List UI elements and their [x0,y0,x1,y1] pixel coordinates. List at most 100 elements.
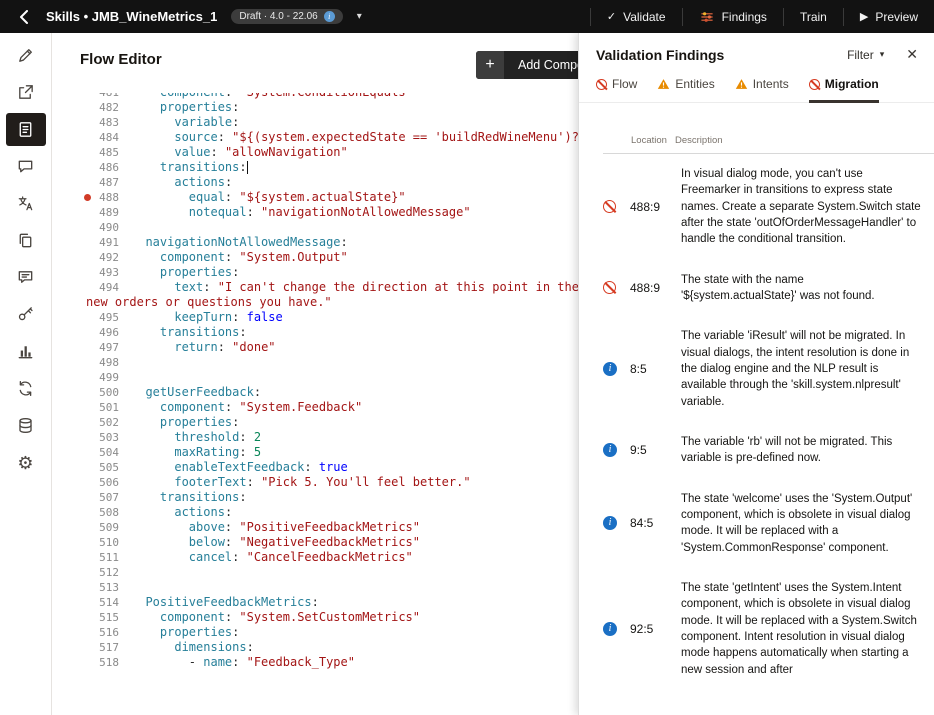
code-text: above: "PositiveFeedbackMetrics" [131,520,420,535]
line-number: 502 [52,415,131,430]
version-badge-label: Draft · 4.0 - 22.06 [239,11,317,22]
sidebar-item-pages[interactable] [6,224,46,257]
line-number: 501 [52,400,131,415]
back-button[interactable] [0,0,46,33]
line-number: 495 [52,310,131,325]
code-text: variable: [131,115,239,130]
finding-description: The variable 'rb' will not be migrated. … [681,434,926,467]
finding-severity [603,281,621,294]
close-button[interactable]: ✕ [902,44,922,65]
finding-row[interactable]: i84:5The state 'welcome' uses the 'Syste… [579,479,934,568]
filter-button[interactable]: Filter ▾ [847,48,884,62]
tab-migration[interactable]: Migration [809,77,879,103]
sidebar-item-keys[interactable] [6,298,46,331]
line-number: 483 [52,115,131,130]
finding-row[interactable]: i92:5The state 'getIntent' uses the Syst… [579,568,934,690]
code-text: enableTextFeedback: true [131,460,348,475]
line-number: 486 [52,160,131,175]
line-number: 485 [52,145,131,160]
line-number: 512 [52,565,131,580]
finding-row[interactable]: 488:9 The state with the name '${system.a… [579,260,934,317]
code-text: threshold: 2 [131,430,261,445]
line-number: 518 [52,655,131,670]
finding-severity [603,200,621,213]
tab-intents[interactable]: Intents [735,77,789,103]
line-number: 504 [52,445,131,460]
finding-row[interactable]: i9:5The variable 'rb' will not be migrat… [579,422,934,479]
sidebar-item-conversation[interactable] [6,150,46,183]
copy-pages-icon [16,231,35,250]
line-number: 513 [52,580,131,595]
tab-intents-label: Intents [753,77,789,91]
findings-list[interactable]: 488:9In visual dialog mode, you can't us… [579,154,934,715]
sidebar-item-insights[interactable] [6,335,46,368]
tab-entities[interactable]: Entities [657,77,714,103]
finding-location: 92:5 [630,622,672,636]
line-number: 491 [52,235,131,250]
finding-row[interactable]: i8:5The variable 'iResult' will not be m… [579,316,934,422]
line-number: 505 [52,460,131,475]
info-icon: i [603,362,617,376]
code-text: properties: [131,625,239,640]
panel-header: Validation Findings Filter ▾ ✕ [579,33,934,71]
warning-icon [735,78,748,90]
finding-location: 488:9 [630,281,672,295]
line-number: 514 [52,595,131,610]
sidebar-item-test[interactable] [6,76,46,109]
findings-button[interactable]: Findings [683,0,783,33]
code-text: keepTurn: false [131,310,283,325]
preview-label: Preview [875,10,918,24]
sidebar-item-sync[interactable] [6,372,46,405]
version-badge[interactable]: Draft · 4.0 - 22.06 i [231,9,342,24]
code-text: text: "I can't change the direction at t… [131,280,593,295]
code-text: source: "${(system.expectedState == 'bui… [131,130,593,145]
pen-icon [16,46,35,65]
code-text: component: "System.Output" [131,250,348,265]
error-icon [809,79,820,90]
chevron-down-icon: ▾ [880,49,885,60]
tab-flow[interactable]: Flow [596,77,637,103]
finding-description: The variable 'iResult' will not be migra… [681,328,926,410]
code-text: component: "System.ConditionEquals" [131,93,413,100]
gear-icon: ⚙ [17,454,33,472]
line-number: 499 [52,370,131,385]
preview-button[interactable]: ▶ Preview [844,0,934,33]
comment-icon [16,268,35,287]
sidebar-item-settings[interactable]: ⚙ [6,446,46,479]
findings-tabs: Flow Entities Intents Migration [579,71,934,103]
code-text: properties: [131,415,239,430]
validate-button[interactable]: ✓ Validate [591,0,682,33]
sidebar-item-translation[interactable] [6,187,46,220]
topbar-actions: ✓ Validate Findings Train ▶ Preview [590,0,934,33]
sidebar-item-comments[interactable] [6,261,46,294]
finding-location: 488:9 [630,200,672,214]
text-cursor [247,161,249,174]
line-number: 497 [52,340,131,355]
line-number: 510 [52,535,131,550]
sidebar-item-data[interactable] [6,409,46,442]
findings-column-headers: Location Description [603,135,934,154]
finding-description: The state 'welcome' uses the 'System.Out… [681,491,926,556]
validate-label: Validate [623,10,665,24]
play-icon: ▶ [860,10,868,23]
findings-label: Findings [722,10,767,24]
code-text: transitions: [131,160,248,175]
finding-description: The state with the name '${system.actual… [681,272,926,305]
sidebar-item-design[interactable] [6,39,46,72]
finding-row[interactable]: 488:9In visual dialog mode, you can't us… [579,154,934,260]
line-number: 490 [52,220,131,235]
skill-title: Skills • JMB_WineMetrics_1 [46,9,217,24]
sidebar-item-flow-editor[interactable] [6,113,46,146]
code-text: notequal: "navigationNotAllowedMessage" [131,205,471,220]
version-dropdown-caret[interactable]: ▾ [353,7,366,26]
key-icon [16,305,35,324]
finding-description: The state 'getIntent' uses the System.In… [681,580,926,678]
code-text: footerText: "Pick 5. You'll feel better.… [131,475,471,490]
code-text: new orders or questions you have." [86,295,332,310]
code-text: below: "NegativeFeedbackMetrics" [131,535,420,550]
findings-icon [699,9,715,25]
finding-severity: i [603,443,621,457]
code-text: PositiveFeedbackMetrics: [131,595,319,610]
line-number: 515 [52,610,131,625]
train-button[interactable]: Train [784,0,843,33]
